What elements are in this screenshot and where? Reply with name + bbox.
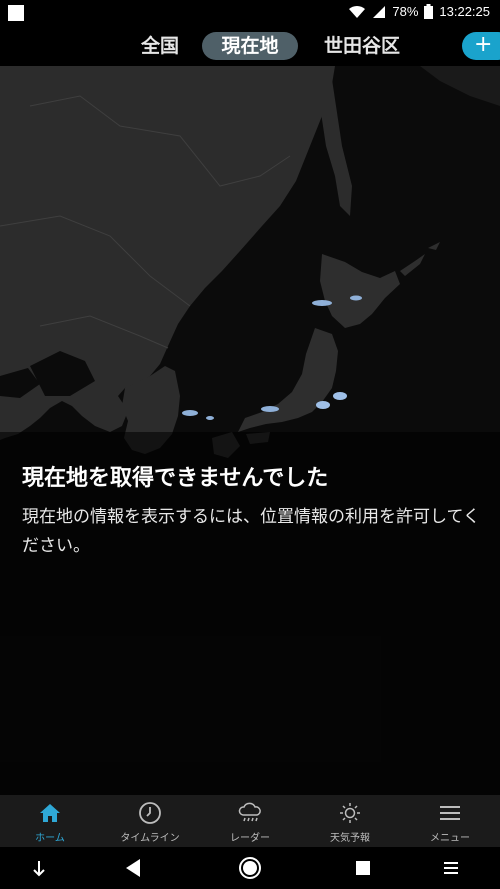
menu-icon[interactable] [438,855,464,881]
tab-current-location[interactable]: 現在地 [202,32,298,60]
nav-menu-label: メニュー [430,833,470,844]
nav-timeline-label: タイムライン [120,833,180,844]
arrow-down-icon[interactable] [26,855,52,881]
tab-setagaya[interactable]: 世田谷区 [316,32,408,60]
menu-icon [440,806,460,820]
rain-cloud-icon [238,802,261,822]
add-location-button[interactable]: + [462,32,500,60]
error-title: 現在地を取得できませんでした [22,466,329,491]
location-tabs: 全国 現在地 世田谷区 [0,26,500,66]
back-button[interactable] [120,855,146,881]
status-indicators: 78% 13:22:25 [348,4,490,19]
nav-radar[interactable]: レーダー [200,795,300,847]
home-icon [40,804,60,822]
status-bar: 78% 13:22:25 [0,0,500,26]
nav-forecast[interactable]: 天気予報 [300,795,400,847]
wifi-icon [349,5,366,18]
clock-icon [139,802,161,824]
home-button[interactable] [237,855,263,881]
status-time: 13:22:25 [439,4,490,19]
nav-forecast-label: 天気予報 [330,833,370,844]
nav-timeline[interactable]: タイムライン [100,795,200,847]
bottom-navigation: ホーム タイムライン レーダー 天気予報 メニュー [0,795,500,847]
notification-icon [8,5,24,21]
battery-icon [424,4,434,19]
nav-home[interactable]: ホーム [0,795,100,847]
recents-button[interactable] [350,855,376,881]
sun-icon [340,803,360,823]
tab-nationwide[interactable]: 全国 [128,32,192,60]
system-navigation-bar [0,847,500,889]
signal-icon [373,5,386,18]
battery-percent: 78% [392,4,419,19]
nav-menu[interactable]: メニュー [400,795,500,847]
nav-home-label: ホーム [35,833,65,844]
nav-radar-label: レーダー [230,833,270,844]
error-message: 現在地の情報を表示するには、位置情報の利用を許可してください。 [22,507,480,556]
